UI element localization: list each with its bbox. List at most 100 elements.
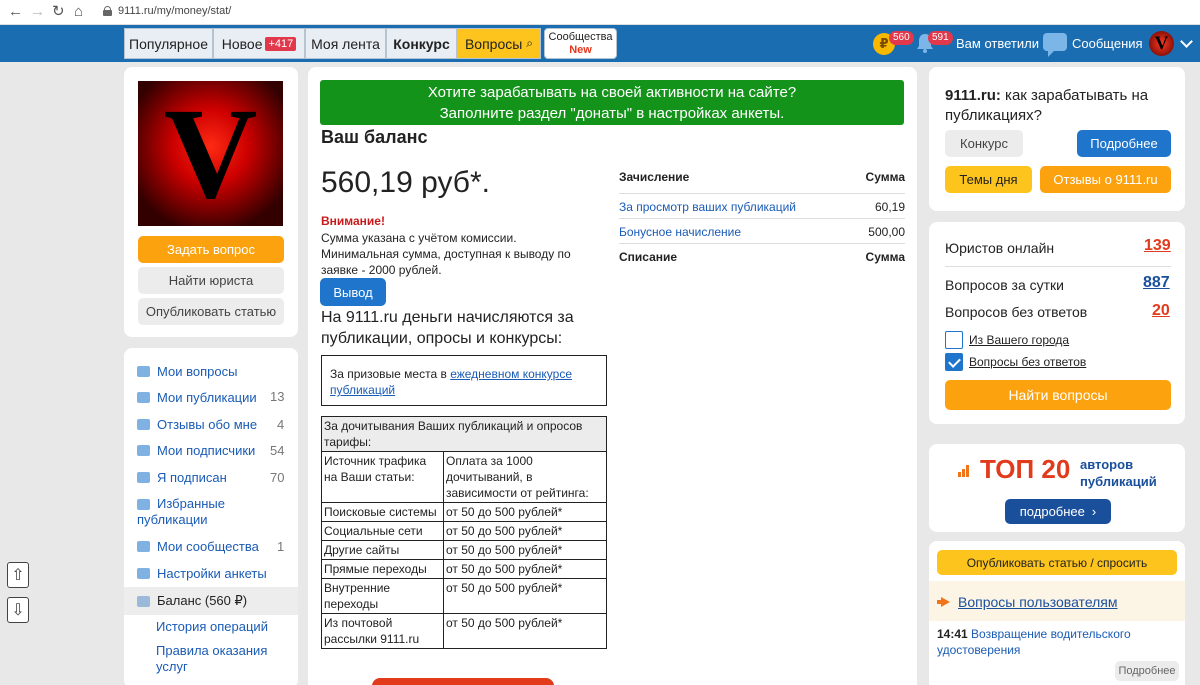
bar-chart-icon (137, 472, 150, 483)
income-header-row: Зачисление Сумма (619, 170, 905, 194)
menu-reviews[interactable]: Отзывы обо мне (137, 417, 257, 432)
warning-title: Внимание! (321, 214, 385, 228)
contest-button[interactable]: Конкурс (945, 130, 1023, 157)
menu-label: Мои сообщества (157, 539, 259, 554)
reload-icon[interactable]: ↻ (52, 3, 65, 21)
tariff-header: За дочитывания Ваших публикаций и опросо… (321, 416, 607, 452)
menu-subscribed[interactable]: Я подписан (137, 470, 227, 485)
nav-contest[interactable]: Конкурс (386, 28, 457, 59)
top20-card: ТОП 20 авторов публикаций подробнее › (929, 444, 1185, 532)
list-icon (137, 392, 150, 403)
profile-avatar[interactable]: V (138, 81, 283, 226)
menu-service-rules[interactable]: Правила оказания услуг (156, 643, 286, 675)
menu-my-publications[interactable]: Мои публикации (137, 390, 257, 405)
top20-more-label: подробнее (1019, 504, 1085, 519)
scroll-up-icon[interactable]: ⇧ (7, 562, 29, 588)
tariff-source: Поисковые системы (321, 502, 444, 522)
gear-icon (137, 568, 150, 579)
new-count-badge: +417 (265, 36, 297, 51)
home-icon[interactable]: ⌂ (74, 3, 83, 21)
reviews-button[interactable]: Отзывы о 9111.ru (1040, 166, 1171, 193)
menu-my-questions[interactable]: Мои вопросы (137, 364, 237, 379)
banner-line: Хотите зарабатывать на своей активности … (427, 84, 797, 101)
tariff-col-source: Источник трафика на Ваши статьи: (321, 451, 444, 503)
scroll-down-icon[interactable]: ⇩ (7, 597, 29, 623)
balance-amount: 560,19 руб*. (321, 166, 490, 199)
menu-label: Отзывы обо мне (157, 417, 258, 432)
top20-more-button[interactable]: подробнее › (1005, 499, 1111, 524)
browser-toolbar: ← → ↻ ⌂ 9111.ru/my/money/stat/ (0, 0, 1200, 25)
menu-label: Избранные публикации (137, 496, 225, 527)
user-avatar[interactable]: V (1149, 31, 1174, 56)
menu-settings[interactable]: Настройки анкеты (137, 566, 267, 581)
topics-of-day-button[interactable]: Темы дня (945, 166, 1032, 193)
comment-icon (137, 419, 150, 430)
questions-day-count[interactable]: 887 (1143, 274, 1170, 292)
table-row: Социальные сети от 50 до 500 рублей* (321, 521, 607, 541)
user-questions-link[interactable]: Вопросы пользователям (958, 594, 1118, 610)
tariff-col-price: Оплата за 1000 дочитываний, в зависимост… (443, 451, 607, 503)
chevron-right-icon: › (1091, 504, 1097, 519)
table-row: Другие сайты от 50 до 500 рублей* (321, 540, 607, 560)
menu-communities[interactable]: Мои сообщества (137, 539, 259, 554)
publish-ask-button[interactable]: Опубликовать статью / спросить (937, 550, 1177, 575)
forward-icon[interactable]: → (30, 3, 45, 21)
income-label-link[interactable]: За просмотр ваших публикаций (619, 200, 796, 214)
menu-subscribers[interactable]: Мои подписчики (137, 443, 255, 458)
menu-favorites[interactable]: Избранные публикации (137, 496, 287, 528)
nav-feed[interactable]: Моя лента (305, 28, 386, 59)
address-bar[interactable]: 9111.ru/my/money/stat/ (118, 5, 231, 17)
red-button-partial[interactable] (372, 678, 554, 685)
nav-contest-label: Конкурс (393, 35, 450, 52)
messages-link[interactable]: Сообщения (1072, 36, 1143, 51)
menu-label: Настройки анкеты (157, 566, 267, 581)
questions-day-label: Вопросов за сутки (945, 277, 1064, 293)
menu-count: 1 (277, 539, 285, 554)
without-answers-checkbox[interactable] (945, 353, 963, 371)
find-questions-button[interactable]: Найти вопросы (945, 380, 1171, 410)
warning-text: Сумма указана с учётом комиссии. Минимал… (321, 231, 571, 277)
banner-line: Заполните раздел "донаты" в настройках а… (439, 105, 785, 122)
answered-link[interactable]: Вам ответили (956, 36, 1039, 51)
search-icon: ⌕ (526, 36, 534, 50)
balance-badge: 560 (889, 31, 914, 45)
from-city-label[interactable]: Из Вашего города (969, 333, 1069, 347)
menu-balance[interactable]: Баланс (560 ₽) (137, 593, 247, 609)
nav-questions-label: Вопросы (464, 35, 523, 52)
nav-questions[interactable]: Вопросы ⌕ (457, 28, 541, 59)
lawyers-online-count[interactable]: 139 (1144, 237, 1171, 255)
withdraw-button[interactable]: Вывод (320, 278, 386, 306)
question-item[interactable]: 14:41 Возвращение водительского удостове… (937, 626, 1177, 658)
tariff-price: от 50 до 500 рублей* (443, 578, 607, 614)
bar-chart-icon (137, 445, 150, 456)
tariff-table: За дочитывания Ваших публикаций и опросо… (321, 416, 607, 649)
wallet-icon (137, 595, 150, 607)
income-label-link[interactable]: Бонусное начисление (619, 225, 741, 239)
table-row: Прямые переходы от 50 до 500 рублей* (321, 559, 607, 579)
from-city-checkbox[interactable] (945, 331, 963, 349)
lock-icon (103, 6, 112, 16)
nav-new[interactable]: Новое +417 (213, 28, 305, 59)
top20-title: ТОП 20 (980, 454, 1071, 484)
questions-noanswer-count[interactable]: 20 (1152, 302, 1170, 320)
more-info-button[interactable]: Подробнее (1077, 130, 1171, 157)
table-row: Из почтовой рассылки 9111.ru от 50 до 500… (321, 613, 607, 649)
back-icon[interactable]: ← (8, 3, 23, 21)
prize-text: За призовые места в (330, 367, 451, 381)
tariff-source: Другие сайты (321, 540, 444, 560)
menu-history[interactable]: История операций (156, 619, 268, 634)
balance-card: Хотите зарабатывать на своей активности … (308, 67, 917, 685)
without-answers-label[interactable]: Вопросы без ответов (969, 355, 1086, 369)
page-title: Ваш баланс (321, 127, 428, 147)
prize-box: За призовые места в ежедневном конкурсе … (321, 355, 607, 406)
nav-new-label: Новое (221, 35, 263, 52)
find-lawyer-button[interactable]: Найти юриста (138, 267, 284, 294)
nav-communities[interactable]: Сообщества New (544, 28, 617, 59)
earn-title: 9111.ru: как зарабатывать на публикациях… (945, 86, 1170, 126)
messages-icon[interactable] (1043, 33, 1067, 57)
ask-question-button[interactable]: Задать вопрос (138, 236, 284, 263)
nav-popular[interactable]: Популярное (124, 28, 213, 59)
donate-banner[interactable]: Хотите зарабатывать на своей активности … (320, 80, 904, 125)
publish-article-button[interactable]: Опубликовать статью (138, 298, 284, 325)
question-more-button[interactable]: Подробнее (1115, 661, 1179, 681)
